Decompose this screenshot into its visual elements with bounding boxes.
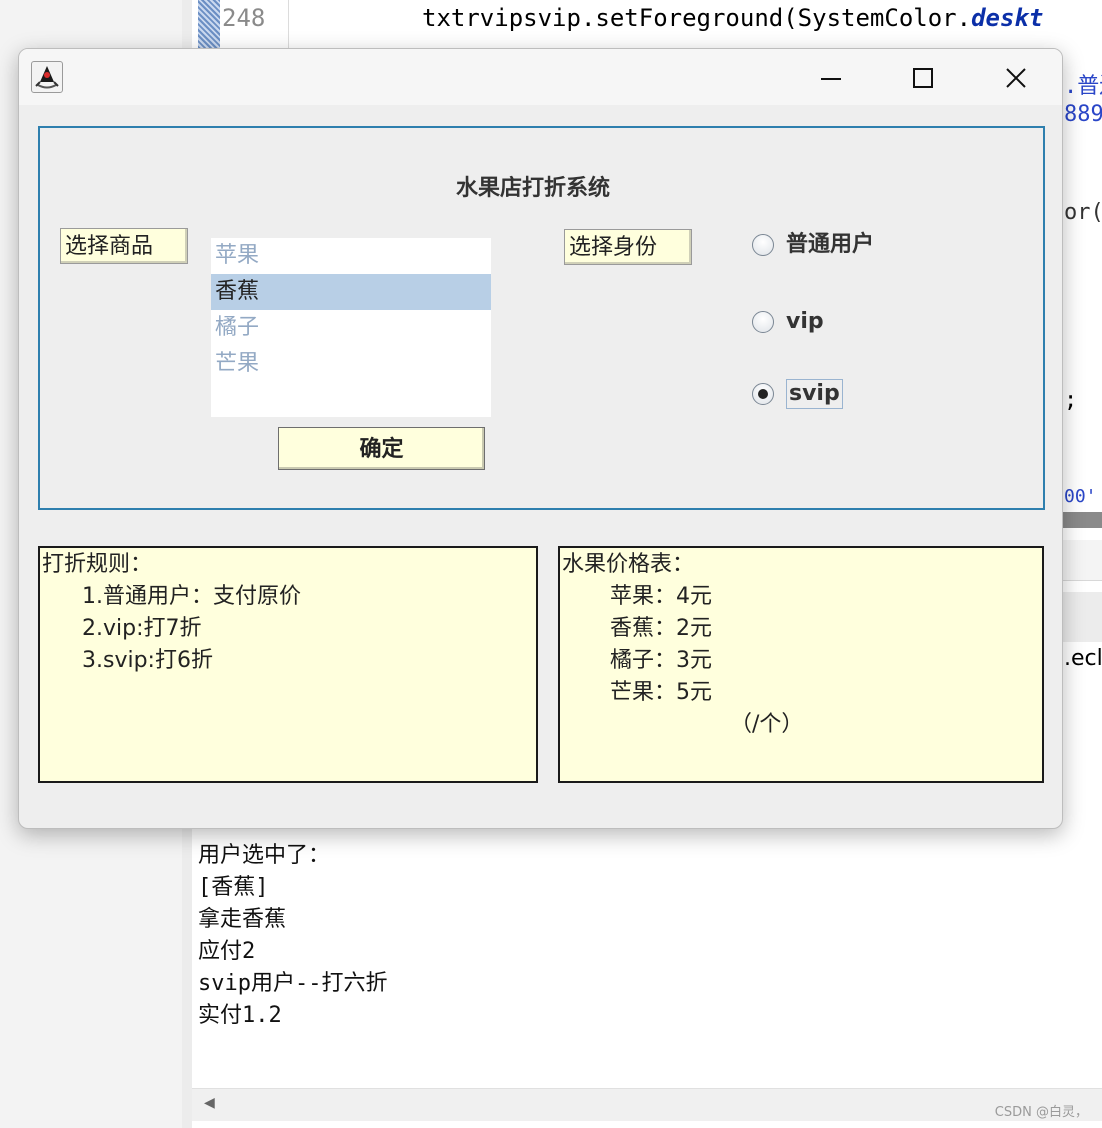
ide-horizontal-scrollbar[interactable]: ◀ bbox=[192, 1088, 1102, 1121]
rule-line: 1.普通用户：支付原价 bbox=[82, 584, 301, 609]
console-line: 拿走香蕉 bbox=[198, 907, 287, 932]
close-button[interactable] bbox=[969, 49, 1061, 105]
radio-label[interactable]: svip bbox=[786, 379, 843, 409]
rule-line: 3.svip:打6折 bbox=[82, 648, 213, 673]
console-line: [香蕉] bbox=[198, 875, 269, 900]
maximize-button[interactable] bbox=[877, 49, 969, 105]
scroll-left-arrow-icon[interactable]: ◀ bbox=[204, 1095, 215, 1111]
ide-tab-fragment[interactable]: .ecl bbox=[1064, 646, 1102, 671]
rules-title: 打折规则： bbox=[42, 552, 153, 577]
system-title: 水果店打折系统 bbox=[455, 175, 610, 201]
discount-rules-panel[interactable]: 打折规则： 1.普通用户：支付原价 2.vip:打7折 3.svip:打6折 bbox=[38, 546, 538, 783]
console-line: svip用户--打六折 bbox=[198, 971, 388, 996]
goods-list[interactable]: 苹果 香蕉 橘子 芒果 bbox=[211, 238, 491, 417]
price-line: 香蕉：2元 bbox=[610, 616, 712, 641]
ide-code-text: txtrvipsvip.setForeground(SystemColor. bbox=[422, 4, 972, 32]
ide-console-output: 用户选中了： [香蕉] 拿走香蕉 应付2 svip用户--打六折 实付1.2 bbox=[198, 840, 387, 1032]
list-item-apple[interactable]: 苹果 bbox=[211, 238, 491, 274]
price-unit: （/个） bbox=[730, 712, 804, 737]
java-duke-icon[interactable] bbox=[31, 61, 63, 93]
close-icon bbox=[1006, 68, 1026, 88]
fruit-shop-window: 水果店打折系统 选择商品 苹果 香蕉 橘子 芒果 确定 选择身份 普通用户 vi… bbox=[18, 48, 1063, 829]
radio-unchecked-icon[interactable] bbox=[752, 311, 774, 333]
radio-label[interactable]: 普通用户 bbox=[786, 231, 874, 259]
ide-code-keyword: deskt bbox=[971, 4, 1044, 32]
rule-line: 2.vip:打7折 bbox=[82, 616, 202, 641]
list-item-orange[interactable]: 橘子 bbox=[211, 310, 491, 346]
prices-title: 水果价格表： bbox=[562, 552, 695, 577]
list-item-mango[interactable]: 芒果 bbox=[211, 346, 491, 382]
radio-dot bbox=[758, 389, 768, 399]
ide-change-marker bbox=[198, 0, 220, 48]
radio-unchecked-icon[interactable] bbox=[752, 234, 774, 256]
ide-code-fragment: ; bbox=[1064, 388, 1078, 413]
selection-panel: 水果店打折系统 选择商品 苹果 香蕉 橘子 芒果 确定 选择身份 普通用户 vi… bbox=[38, 126, 1045, 510]
price-table-panel[interactable]: 水果价格表： 苹果：4元 香蕉：2元 橘子：3元 芒果：5元 （/个） bbox=[558, 546, 1044, 783]
radio-label[interactable]: vip bbox=[786, 308, 824, 336]
watermark: CSDN @白灵， bbox=[994, 1105, 1088, 1120]
ide-line-number: 248 bbox=[222, 4, 266, 32]
ide-code-fragment: 889 bbox=[1064, 102, 1102, 127]
title-bar[interactable] bbox=[19, 49, 1062, 105]
ide-gutter-separator bbox=[288, 0, 289, 48]
confirm-button[interactable]: 确定 bbox=[278, 427, 485, 470]
maximize-icon bbox=[913, 68, 933, 88]
console-line: 实付1.2 bbox=[198, 1003, 282, 1028]
select-goods-label: 选择商品 bbox=[60, 228, 188, 264]
select-identity-label: 选择身份 bbox=[564, 229, 692, 265]
price-line: 橘子：3元 bbox=[610, 648, 712, 673]
console-line: 用户选中了： bbox=[198, 843, 331, 868]
radio-checked-icon[interactable] bbox=[752, 383, 774, 405]
ide-splitter[interactable] bbox=[1062, 512, 1102, 528]
ide-panel-header bbox=[1062, 540, 1102, 581]
console-line: 应付2 bbox=[198, 939, 256, 964]
price-line: 芒果：5元 bbox=[610, 680, 712, 705]
ide-code-fragment: or( bbox=[1064, 200, 1102, 225]
ide-code-fragment: .普边 bbox=[1064, 74, 1102, 99]
minimize-icon bbox=[821, 78, 841, 80]
ide-code-line[interactable]: txtrvipsvip.setForeground(SystemColor.de… bbox=[422, 4, 1043, 32]
list-item-banana[interactable]: 香蕉 bbox=[211, 274, 491, 310]
ide-code-fragment: 00' bbox=[1064, 486, 1097, 507]
minimize-button[interactable] bbox=[787, 49, 879, 105]
price-line: 苹果：4元 bbox=[610, 584, 712, 609]
ide-panel-tabs bbox=[1062, 592, 1102, 642]
